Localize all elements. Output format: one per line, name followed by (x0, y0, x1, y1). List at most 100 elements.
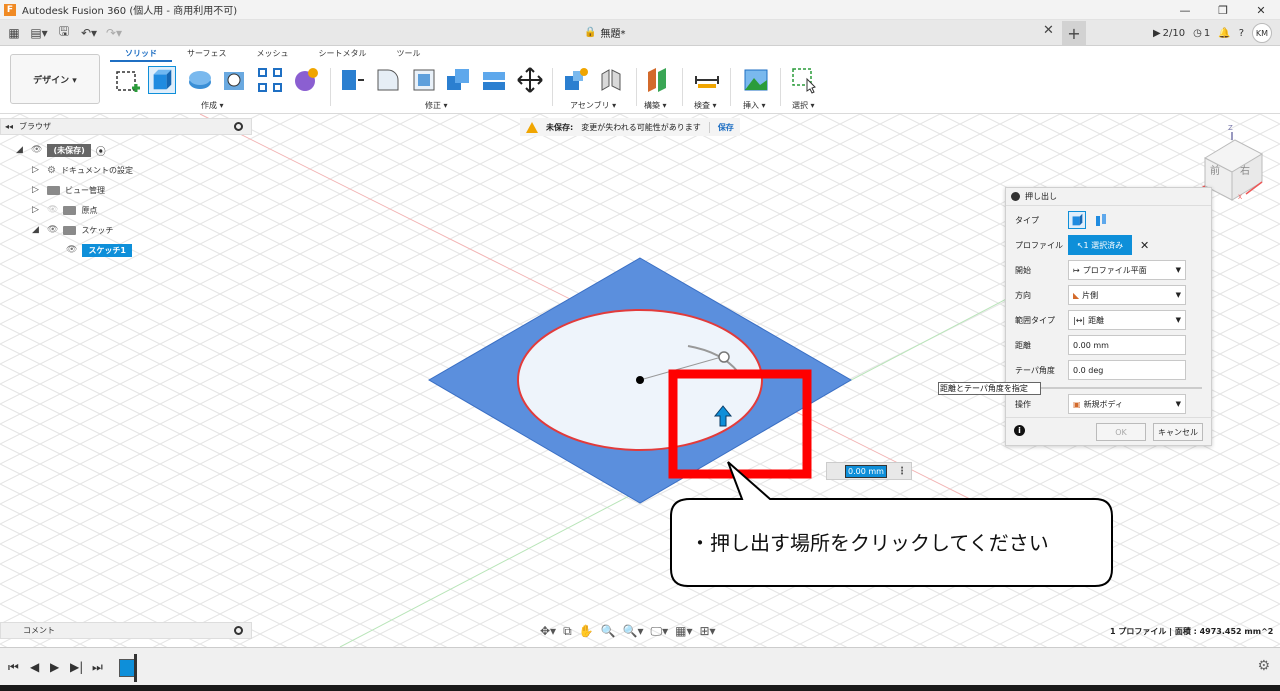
viewcube-right-label[interactable]: 右 (1240, 162, 1250, 177)
active-radio-icon[interactable]: ⦿ (96, 143, 106, 158)
revolve-icon[interactable] (186, 66, 214, 94)
timeline-settings-gear-icon[interactable]: ⚙ (1257, 658, 1270, 674)
extent-dropdown[interactable]: |↔| 距離 ▼ (1068, 310, 1186, 330)
notification-bell-icon[interactable]: 🔔 (1218, 28, 1230, 39)
go-to-start-icon[interactable]: ⏮ (8, 660, 19, 675)
ok-button[interactable]: OK (1096, 423, 1146, 441)
collapse-dialog-icon[interactable] (1011, 192, 1020, 201)
offset-plane-icon[interactable] (644, 66, 672, 94)
thin-extrude-type-icon[interactable] (1092, 211, 1110, 229)
workspace-switcher[interactable]: デザイン ▾ (10, 54, 100, 104)
start-dropdown[interactable]: ↦ プロファイル平面 ▼ (1068, 260, 1186, 280)
tab-tools[interactable]: ツール (382, 48, 436, 62)
user-avatar[interactable]: KM (1252, 23, 1272, 43)
app-grid-icon[interactable]: ▦ (3, 22, 25, 44)
look-at-icon[interactable]: ⧉ (563, 624, 572, 639)
collapse-icon[interactable]: ◢ (32, 225, 42, 235)
insert-group-label[interactable]: 挿入 ▾ (743, 100, 766, 111)
expand-icon[interactable]: ▷ (32, 205, 42, 215)
form-icon[interactable] (292, 66, 320, 94)
step-back-icon[interactable]: ◀ (30, 660, 39, 674)
document-tab[interactable]: 🔒 無題* (584, 25, 625, 40)
info-icon[interactable]: i (1014, 425, 1025, 436)
undo-icon[interactable]: ↶▾ (78, 22, 100, 44)
step-forward-icon[interactable]: ▶| (70, 660, 83, 674)
grid-settings-icon[interactable]: ▦▾ (675, 624, 692, 638)
close-tab-icon[interactable]: ✕ (1043, 23, 1054, 38)
go-to-end-icon[interactable]: ⏭ (92, 660, 103, 675)
more-options-icon[interactable]: ⋮ (897, 466, 907, 477)
modify-group-label[interactable]: 修正 ▾ (425, 100, 448, 111)
pin-icon[interactable] (234, 626, 243, 635)
expand-icon[interactable]: ▷ (32, 165, 42, 175)
viewports-icon[interactable]: ⊞▾ (700, 624, 716, 638)
browser-panel-header[interactable]: ◂◂ ブラウザ (0, 118, 252, 135)
tab-sheet-metal[interactable]: シートメタル (304, 48, 382, 62)
move-icon[interactable] (516, 66, 544, 94)
direction-dropdown[interactable]: ◣ 片側 ▼ (1068, 285, 1186, 305)
fit-icon[interactable]: 🔍▾ (623, 624, 644, 638)
pin-icon[interactable] (234, 122, 243, 131)
select-group-label[interactable]: 選択 ▾ (792, 100, 815, 111)
pan-icon[interactable]: ✋ (579, 624, 594, 638)
hidden-eye-icon[interactable]: 👁 (47, 205, 58, 215)
close-window-button[interactable]: ✕ (1242, 0, 1280, 20)
visibility-eye-icon[interactable]: 👁 (66, 245, 77, 255)
timeline-marker[interactable] (134, 654, 137, 682)
select-icon[interactable] (790, 66, 818, 94)
tab-mesh[interactable]: メッシュ (242, 48, 304, 62)
solid-extrude-type-icon[interactable] (1068, 211, 1086, 229)
construct-group-label[interactable]: 構築 ▾ (644, 100, 667, 111)
tree-item-origin[interactable]: ▷ 👁 原点 (32, 202, 97, 218)
visibility-eye-icon[interactable]: 👁 (31, 145, 42, 155)
combine-icon[interactable] (480, 66, 508, 94)
zoom-icon[interactable]: 🔍 (601, 624, 616, 638)
redo-icon[interactable]: ↷▾ (103, 22, 125, 44)
chamfer-icon[interactable] (410, 66, 438, 94)
measure-icon[interactable] (693, 66, 721, 94)
tab-surface[interactable]: サーフェス (172, 48, 242, 62)
assemble-group-label[interactable]: アセンブリ ▾ (570, 100, 616, 111)
dialog-header[interactable]: 押し出し (1006, 188, 1211, 206)
file-menu-icon[interactable]: ▤▾ (28, 22, 50, 44)
canvas-distance-input[interactable]: 0.00 mm ⋮ (826, 462, 912, 480)
profile-select-button[interactable]: ↖ 1 選択済み (1068, 235, 1132, 255)
new-component-icon[interactable] (562, 66, 590, 94)
joint-icon[interactable] (598, 66, 626, 94)
tab-solid[interactable]: ソリッド (110, 48, 172, 62)
save-link[interactable]: 保存 (708, 121, 734, 133)
press-pull-icon[interactable] (338, 66, 366, 94)
tree-item-named-views[interactable]: ▷ ビュー管理 (32, 182, 105, 198)
tree-item-sketches[interactable]: ◢ 👁 スケッチ (32, 222, 113, 238)
expand-icon[interactable]: ▷ (32, 185, 42, 195)
canvas-distance-value[interactable]: 0.00 mm (845, 464, 887, 478)
save-icon[interactable]: 🖫 (53, 22, 75, 44)
minimize-button[interactable]: — (1166, 0, 1204, 20)
restore-button[interactable]: ❐ (1204, 0, 1242, 20)
expand-icon[interactable]: ◢ (16, 145, 26, 155)
taper-input[interactable]: 0.0 deg (1068, 360, 1186, 380)
cancel-button[interactable]: キャンセル (1153, 423, 1203, 441)
display-settings-icon[interactable]: 🖵▾ (651, 624, 669, 639)
distance-input[interactable]: 0.00 mm (1068, 335, 1186, 355)
visibility-eye-icon[interactable]: 👁 (47, 225, 58, 235)
orbit-icon[interactable]: ✥▾ (540, 624, 556, 638)
comment-panel-header[interactable]: コメント (0, 622, 252, 639)
insert-image-icon[interactable] (742, 66, 770, 94)
viewcube-front-label[interactable]: 前 (1210, 162, 1220, 177)
shell-icon[interactable] (444, 66, 472, 94)
collapse-icon[interactable]: ◂◂ (5, 122, 13, 131)
tree-root[interactable]: ◢ 👁 (未保存) ⦿ (16, 142, 106, 158)
create-group-label[interactable]: 作成 ▾ (201, 100, 224, 111)
new-tab-button[interactable]: + (1062, 21, 1086, 45)
inspect-group-label[interactable]: 検査 ▾ (694, 100, 717, 111)
fillet-icon[interactable] (374, 66, 402, 94)
extrude-icon[interactable] (148, 66, 176, 94)
pattern-icon[interactable] (256, 66, 284, 94)
create-sketch-icon[interactable] (114, 66, 142, 94)
job-status[interactable]: ▶ 2/10 (1153, 28, 1185, 39)
operation-dropdown[interactable]: ▣ 新規ボディ ▼ (1068, 394, 1186, 414)
help-icon[interactable]: ? (1239, 28, 1244, 39)
clock-status[interactable]: ◷ 1 (1193, 28, 1210, 39)
tree-item-document-settings[interactable]: ▷ ⚙ ドキュメントの設定 (32, 162, 133, 178)
